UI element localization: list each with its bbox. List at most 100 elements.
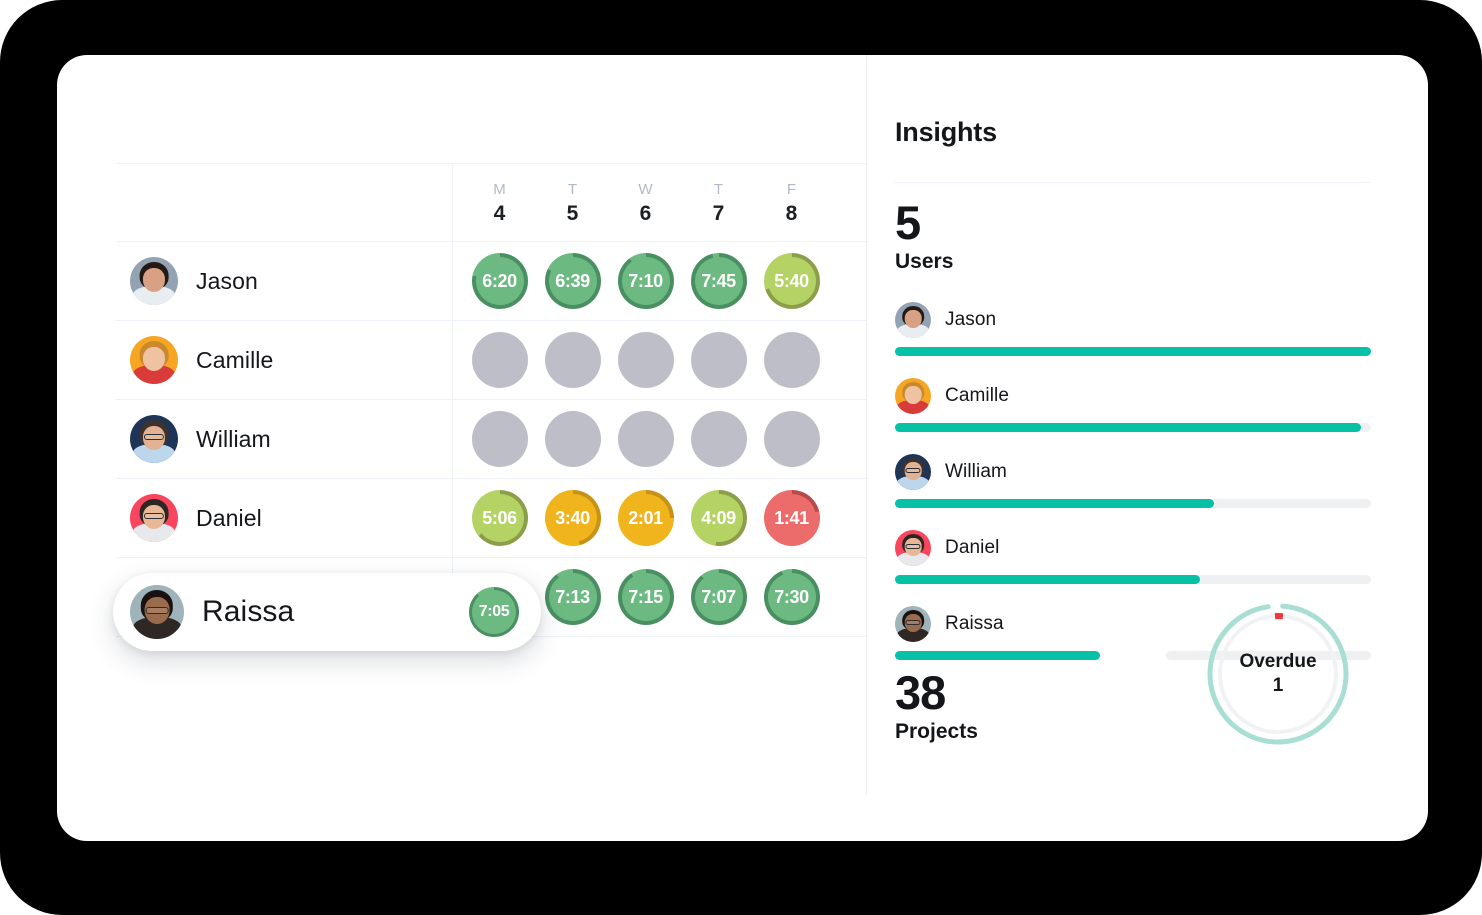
list-item[interactable]: Daniel	[895, 530, 1371, 584]
day-cell: 2:01	[609, 490, 682, 546]
user-name-label: William	[196, 425, 271, 452]
time-bubble-label: 7:07	[701, 586, 736, 607]
day-cell	[609, 411, 682, 467]
avatar-william	[130, 415, 178, 463]
table-row[interactable]: Camille	[116, 321, 867, 400]
time-bubble-empty[interactable]	[690, 411, 747, 467]
insights-user-head: Jason	[895, 302, 1371, 338]
time-bubble-label: 7:30	[774, 586, 809, 607]
day-cell	[536, 332, 609, 388]
user-name-cell[interactable]: Camille	[116, 321, 453, 399]
time-bubble-label: 2:01	[628, 507, 663, 528]
projects-stat-value: 38	[895, 666, 946, 719]
progress-bar-track	[895, 499, 1371, 508]
day-of-week-label: M	[493, 180, 506, 198]
progress-bar-fill	[895, 575, 1200, 584]
time-bubble-empty[interactable]	[617, 332, 674, 388]
time-bubble[interactable]: 7:15	[617, 569, 674, 625]
list-item[interactable]: William	[895, 454, 1371, 508]
time-bubble-empty[interactable]	[471, 332, 528, 388]
time-bubble[interactable]: 5:06	[471, 490, 528, 546]
list-item[interactable]: Jason	[895, 302, 1371, 356]
avatar-face	[142, 346, 166, 371]
user-day-cells: 6:20 6:39 7:10 7:45 5:40	[453, 242, 867, 320]
avatar-glasses-icon	[143, 434, 165, 441]
day-cell: 7:15	[609, 569, 682, 625]
user-name-cell[interactable]: William	[116, 400, 453, 478]
table-row[interactable]: Daniel 5:06 3:40 2:01 4:09 1:41	[116, 479, 867, 558]
avatar-glasses-icon	[145, 606, 169, 614]
time-bubble-label: 1:41	[774, 507, 809, 528]
day-of-week-label: T	[713, 180, 724, 198]
time-bubble[interactable]: 7:45	[690, 253, 747, 309]
avatar-jason	[130, 257, 178, 305]
time-bubble[interactable]: 4:09	[690, 490, 747, 546]
time-bubble[interactable]: 5:40	[763, 253, 820, 309]
time-bubble-empty[interactable]	[763, 332, 820, 388]
insights-user-head: Daniel	[895, 530, 1371, 566]
day-cell: 4:09	[682, 490, 755, 546]
day-number-label: 7	[712, 201, 725, 225]
overdue-donut-chart[interactable]: Overdue 1	[1204, 600, 1352, 748]
time-bubble[interactable]: 7:30	[763, 569, 820, 625]
time-bubble-empty[interactable]	[544, 332, 601, 388]
insights-user-head: Camille	[895, 378, 1371, 414]
users-stat: 5 Users	[895, 198, 953, 276]
insights-user-name: Jason	[945, 309, 997, 330]
day-of-week-label: T	[567, 180, 578, 198]
day-column-header-4[interactable]: F8	[755, 179, 828, 227]
table-row[interactable]: Jason 6:20 6:39 7:10 7:45 5:40	[116, 242, 867, 321]
day-column-header-0[interactable]: M4	[463, 179, 536, 227]
time-bubble-empty[interactable]	[544, 411, 601, 467]
time-bubble-empty[interactable]	[763, 411, 820, 467]
insights-user-name: Camille	[945, 385, 1010, 406]
day-column-header-2[interactable]: W6	[609, 179, 682, 227]
day-of-week-label: F	[786, 180, 797, 198]
highlighted-time-bubble-wrap: 7:05	[469, 587, 519, 637]
insights-user-name: Daniel	[945, 537, 1000, 558]
time-bubble[interactable]: 7:10	[617, 253, 674, 309]
user-name-cell[interactable]: Daniel	[116, 479, 453, 557]
day-cell	[463, 411, 536, 467]
day-cell: 3:40	[536, 490, 609, 546]
user-day-cells	[453, 321, 867, 399]
time-bubble-label: 4:09	[701, 507, 736, 528]
highlighted-user-name-label: Raissa	[202, 595, 295, 628]
day-column-header-3[interactable]: T7	[682, 179, 755, 227]
time-bubble[interactable]: 2:01	[617, 490, 674, 546]
user-name-cell[interactable]: Jason	[116, 242, 453, 320]
time-bubble-label: 5:40	[774, 270, 809, 291]
timesheet-header-name-cell	[116, 164, 453, 241]
time-bubble[interactable]: 1:41	[763, 490, 820, 546]
day-number-label: 4	[493, 201, 506, 225]
time-bubble[interactable]: 7:07	[690, 569, 747, 625]
insights-user-name: Raissa	[945, 613, 1004, 634]
day-number-label: 8	[785, 201, 798, 225]
day-cell: 5:40	[755, 253, 828, 309]
avatar-camille	[130, 336, 178, 384]
user-name-label: Daniel	[196, 504, 262, 531]
progress-bar-track	[895, 347, 1371, 356]
avatar-glasses-icon	[905, 620, 921, 626]
highlighted-user-row-raissa[interactable]: Raissa 7:05	[113, 573, 541, 651]
time-bubble-empty[interactable]	[690, 332, 747, 388]
table-row[interactable]: William	[116, 400, 867, 479]
user-name-label: Jason	[196, 267, 258, 294]
time-bubble-empty[interactable]	[617, 411, 674, 467]
list-item[interactable]: Camille	[895, 378, 1371, 432]
time-bubble-label: 7:05	[478, 603, 510, 620]
time-bubble[interactable]: 6:39	[544, 253, 601, 309]
time-bubble[interactable]: 6:20	[471, 253, 528, 309]
timesheet-header-days: M4T5W6T7F8	[453, 164, 867, 241]
day-cell: 5:06	[463, 490, 536, 546]
day-cell	[609, 332, 682, 388]
avatar-daniel	[130, 494, 178, 542]
time-bubble[interactable]: 7:13	[544, 569, 601, 625]
time-bubble-label: 5:06	[482, 507, 517, 528]
avatar-glasses-icon	[905, 468, 921, 474]
time-bubble-empty[interactable]	[471, 411, 528, 467]
day-column-header-1[interactable]: T5	[536, 179, 609, 227]
progress-bar-fill	[895, 347, 1371, 356]
time-bubble[interactable]: 3:40	[544, 490, 601, 546]
time-bubble[interactable]: 7:05	[469, 587, 519, 637]
